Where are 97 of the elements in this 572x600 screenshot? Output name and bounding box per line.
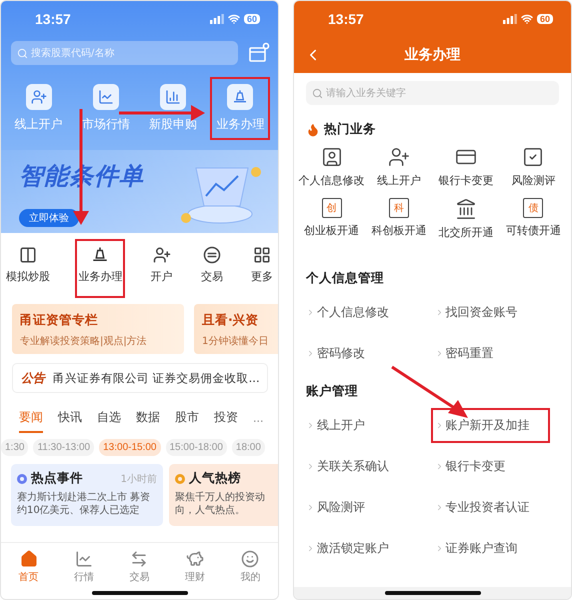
promo-title: 甬证资管专栏 — [20, 312, 99, 329]
chart-line-icon — [98, 89, 114, 105]
checkbox-icon — [522, 146, 544, 168]
news-tab[interactable]: 快讯 — [58, 409, 82, 433]
card-time: 1小时前 — [120, 472, 157, 486]
promo-subtitle: 1分钟读懂今日 — [202, 334, 268, 348]
news-tab[interactable]: 数据 — [136, 409, 160, 433]
home-icon — [20, 550, 38, 568]
id-card-icon — [320, 146, 343, 168]
user-plus-icon — [388, 146, 410, 168]
list-item[interactable]: 个人信息修改 — [302, 295, 393, 330]
service-glyph: 科 — [388, 198, 409, 218]
list-item[interactable]: 证券账户查询 — [430, 531, 522, 566]
section-title: 热门业务 — [324, 121, 376, 138]
service-item[interactable]: 银行卡变更 — [432, 146, 500, 188]
service-item[interactable]: 债 可转债开通 — [500, 198, 567, 240]
nav-item[interactable]: 理财 — [178, 549, 211, 585]
piggy-bank-icon — [186, 550, 204, 568]
chevron-icon — [306, 544, 315, 553]
service-item[interactable]: 创 创业板开通 — [298, 198, 366, 240]
chevron-icon — [306, 462, 315, 471]
signal-icon — [210, 14, 224, 24]
list-item[interactable]: 银行卡变更 — [430, 449, 510, 484]
try-now-button[interactable]: 立即体验 — [19, 209, 79, 227]
menu-item[interactable]: 更多 — [248, 239, 276, 298]
promo-card[interactable]: 且看·兴资 1分钟读懂今日 — [194, 304, 278, 354]
service-glyph: 创 — [322, 198, 342, 218]
lamp-icon — [232, 89, 248, 105]
list-item[interactable]: 关联关系确认 — [302, 449, 393, 484]
news-card[interactable]: 热点事件 1小时前 赛力斯计划赴港二次上市 募资约10亿美元、保荐人已选定 — [11, 464, 163, 526]
service-item[interactable]: 个人信息修改 — [298, 146, 366, 188]
wifi-icon — [520, 13, 533, 25]
chevron-icon — [306, 421, 315, 430]
list-item[interactable]: 专业投资者认证 — [430, 490, 534, 525]
news-tab[interactable]: 自选 — [97, 409, 121, 433]
service-item[interactable]: 科 科创板开通 — [365, 198, 432, 240]
list-item[interactable]: 风险测评 — [302, 490, 369, 525]
smile-icon — [241, 550, 260, 568]
list-item[interactable]: 密码重置 — [430, 336, 498, 371]
service-glyph: 债 — [523, 198, 544, 218]
search-placeholder: 搜索股票代码/名称 — [31, 46, 114, 60]
menu-item[interactable]: 交易 — [198, 239, 226, 298]
user-plus-icon — [152, 246, 170, 264]
chevron-icon — [306, 349, 315, 358]
user-plus-icon — [30, 89, 47, 105]
panels-icon — [19, 246, 37, 264]
service-item[interactable]: 线上开户 — [365, 146, 432, 188]
battery-level: 60 — [536, 14, 553, 24]
nav-item[interactable]: 交易 — [123, 549, 156, 585]
list-item[interactable]: 账户新开及加挂 — [430, 408, 550, 443]
notice-text: 甬兴证券有限公司 证券交易佣金收取... — [53, 370, 260, 386]
menu-item[interactable]: 模拟炒股 — [3, 239, 53, 298]
promo-card[interactable]: 甬证资管专栏 专业解读投资策略|观点|方法 — [12, 304, 184, 354]
lamp-icon — [91, 246, 110, 264]
chevron-icon — [306, 503, 315, 512]
notice-tag: 公告 — [21, 370, 45, 386]
menu-item[interactable]: 开户 — [148, 239, 176, 298]
bar-chart-icon — [165, 89, 182, 105]
more-button[interactable]: ··· — [253, 414, 264, 428]
status-time: 13:57 — [328, 11, 364, 27]
list-item[interactable]: 线上开户 — [302, 408, 369, 443]
news-tab[interactable]: 投资 — [214, 409, 238, 433]
service-item[interactable]: 北交所开通 — [432, 198, 500, 240]
coin-icon — [202, 246, 221, 264]
nav-item[interactable]: 我的 — [234, 549, 266, 585]
notice-bar[interactable]: 公告 甬兴证券有限公司 证券交易佣金收取... — [12, 363, 268, 393]
card-text: 赛力斯计划赴港二次上市 募资约10亿美元、保荐人已选定 — [17, 491, 152, 517]
service-item[interactable]: 风险测评 — [500, 146, 567, 188]
search-icon — [312, 88, 323, 98]
section-title: 账户管理 — [306, 383, 359, 400]
menu-item[interactable]: 业务办理 — [75, 239, 126, 298]
message-icon[interactable] — [248, 42, 270, 64]
status-time: 13:57 — [35, 11, 71, 27]
section-title: 个人信息管理 — [306, 270, 385, 287]
promo-subtitle: 专业解读投资策略|观点|方法 — [20, 334, 147, 348]
exchange-icon — [130, 550, 148, 568]
chart-icon — [75, 550, 94, 568]
card-text: 聚焦千万人的投资动向，人气热点。 — [175, 491, 266, 517]
wifi-icon — [228, 13, 240, 25]
bank-icon — [455, 198, 478, 220]
list-item[interactable]: 密码修改 — [302, 336, 369, 371]
search-icon — [17, 48, 28, 58]
card-title: 人气热榜 — [189, 470, 242, 487]
flame-icon — [306, 122, 320, 136]
card-title: 热点事件 — [31, 470, 84, 487]
chevron-icon — [306, 308, 315, 317]
news-tab[interactable]: 股市 — [175, 409, 199, 433]
promo-title: 且看·兴资 — [202, 312, 260, 329]
battery-level: 60 — [244, 14, 260, 24]
list-item[interactable]: 找回资金账号 — [430, 295, 522, 330]
page-title: 业务办理 — [404, 46, 462, 64]
grid-icon — [253, 246, 271, 264]
news-card[interactable]: 人气热榜 聚焦千万人的投资动向，人气热点。 — [169, 464, 278, 526]
search-placeholder: 请输入业务关键字 — [326, 86, 406, 100]
list-item[interactable]: 激活锁定账户 — [302, 531, 393, 566]
signal-icon — [502, 14, 517, 24]
nav-item[interactable]: 行情 — [68, 549, 100, 585]
